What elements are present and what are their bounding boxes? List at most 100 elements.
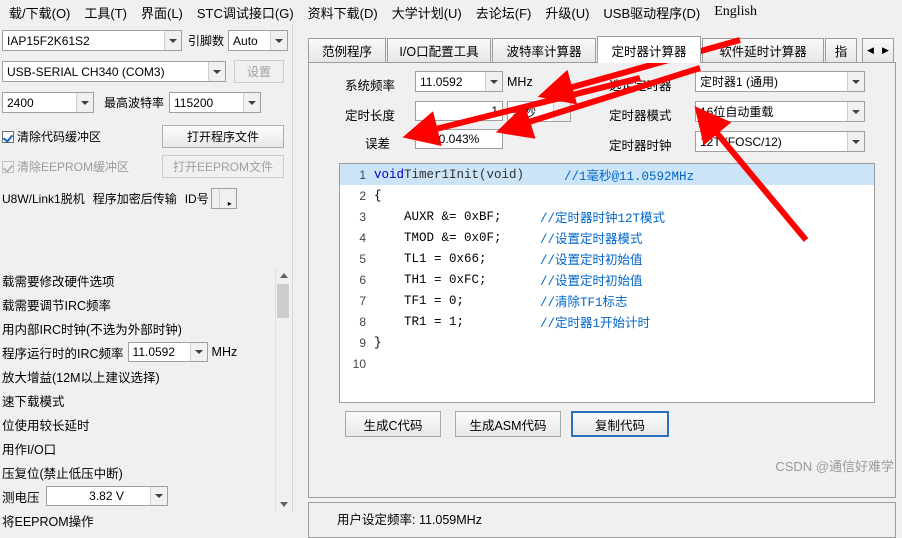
timer-length-input[interactable]: 1 (415, 101, 503, 121)
menu-docs[interactable]: 资料下载(D) (301, 1, 385, 24)
list-item-irc-freq[interactable]: 程序运行时的IRC频率 11.0592 MHz (0, 340, 291, 364)
code-comment: //设置定时器模式 (540, 233, 643, 247)
timer-form: 系统频率 11.0592 MHz 定时长度 1 毫秒 误差 0.043% 选定定… (309, 69, 895, 155)
timer-mode-label: 定时器模式 (609, 109, 672, 123)
timer-clock-select[interactable]: 12T (FOSC/12) (695, 131, 865, 152)
code-comment: //定时器时钟12T模式 (540, 212, 666, 226)
scroll-up-icon[interactable] (276, 268, 291, 283)
chevron-down-icon[interactable] (189, 343, 207, 361)
select-timer-value: 定时器1 (通用) (700, 75, 779, 89)
timer-length-label: 定时长度 (345, 109, 396, 123)
chevron-down-icon[interactable] (208, 62, 225, 81)
select-timer-select[interactable]: 定时器1 (通用) (695, 71, 865, 92)
list-item[interactable]: 速下载模式 (0, 388, 291, 412)
tab-scroll-left-icon[interactable]: ◀ (863, 39, 878, 62)
list-item[interactable]: 压复位(禁止低压中断) (0, 460, 291, 484)
scroll-down-icon[interactable] (276, 497, 291, 512)
baud-max-select[interactable]: 115200 (169, 92, 262, 113)
scrollbar-thumb[interactable] (277, 284, 289, 318)
irc-freq-select[interactable]: 11.0592 (127, 342, 208, 362)
list-item[interactable]: 放大增益(12M以上建议选择) (0, 364, 291, 388)
clear-code-buffer-checkbox[interactable]: 清除代码缓冲区 (2, 128, 162, 145)
list-item-voltage[interactable]: 测电压 3.82 V (0, 484, 291, 508)
tab-delay-calc[interactable]: 软件延时计算器 (702, 38, 824, 62)
chevron-down-icon[interactable] (270, 31, 288, 50)
code-line: 1 void Timer1Init(void) //1毫秒@11.0592MHz (340, 164, 874, 185)
tab-io-config[interactable]: I/O口配置工具 (387, 38, 491, 62)
tab-instruction[interactable]: 指 (825, 38, 857, 62)
chevron-down-icon[interactable] (149, 487, 167, 505)
chevron-down-icon[interactable] (553, 102, 570, 121)
code-text: { (374, 188, 382, 203)
copy-code-button[interactable]: 复制代码 (571, 411, 669, 437)
tab-sample-programs[interactable]: 范例程序 (308, 38, 386, 62)
timer-clock-value: 12T (FOSC/12) (700, 134, 782, 149)
generate-c-code-button[interactable]: 生成C代码 (345, 411, 441, 437)
open-program-file-button[interactable]: 打开程序文件 (162, 125, 284, 148)
chevron-down-icon[interactable] (847, 72, 864, 91)
timer-length-unit-select[interactable]: 毫秒 (507, 101, 571, 122)
line-number: 1 (359, 167, 366, 182)
checkbox-check-icon (2, 130, 14, 143)
menu-download[interactable]: 载/下载(O) (2, 1, 77, 24)
menu-university[interactable]: 大学计划(U) (385, 1, 469, 24)
menu-upgrade[interactable]: 升级(U) (538, 1, 596, 24)
voltage-label: 测电压 (2, 490, 40, 505)
code-line: 2 { (340, 185, 874, 206)
chevron-right-icon[interactable]: ▸ (218, 189, 236, 208)
code-comment: //定时器1开始计时 (540, 317, 651, 331)
menu-forum[interactable]: 去论坛(F) (469, 1, 539, 24)
list-item[interactable]: 载需要调节IRC频率 (0, 292, 291, 316)
clear-eeprom-buffer-checkbox[interactable]: 清除EEPROM缓冲区 (2, 158, 162, 175)
tab-scroll-right-icon[interactable]: ▶ (878, 39, 893, 62)
pin-count-select[interactable]: Auto (228, 30, 289, 51)
generated-code-view[interactable]: 1 void Timer1Init(void) //1毫秒@11.0592MHz… (339, 163, 875, 403)
menu-english[interactable]: English (707, 2, 764, 22)
settings-button[interactable]: 设置 (234, 60, 284, 83)
menu-usb-driver[interactable]: USB驱动程序(D) (596, 1, 707, 24)
generate-asm-code-button[interactable]: 生成ASM代码 (455, 411, 561, 437)
list-item[interactable]: 用内部IRC时钟(不选为外部时钟) (0, 316, 291, 340)
timer-mode-select[interactable]: 16位自动重载 (695, 101, 865, 122)
tab-timer-calc[interactable]: 定时器计算器 (597, 36, 701, 63)
clear-code-buffer-label: 清除代码缓冲区 (17, 130, 102, 144)
id-spinner[interactable]: ◂ ▸ (210, 188, 237, 209)
menu-tools[interactable]: 工具(T) (77, 1, 134, 24)
chevron-down-icon[interactable] (847, 102, 864, 121)
line-number: 6 (359, 272, 366, 287)
error-value: 0.043% (415, 129, 503, 149)
options-scrollbar[interactable] (275, 268, 291, 512)
mcu-model-select[interactable]: IAP15F2K61S2 (2, 30, 182, 51)
chevron-down-icon[interactable] (485, 72, 502, 91)
list-item[interactable]: 位使用较长延时 (0, 412, 291, 436)
voltage-select[interactable]: 3.82 V (45, 486, 168, 506)
code-comment: //1毫秒@11.0592MHz (564, 170, 695, 184)
chevron-down-icon[interactable] (164, 31, 181, 50)
menu-interface[interactable]: 界面(L) (134, 1, 190, 24)
baud-min-select[interactable]: 2400 (2, 92, 94, 113)
sys-freq-select[interactable]: 11.0592 (415, 71, 503, 92)
chevron-down-icon[interactable] (76, 93, 93, 112)
pin-count-value: Auto (233, 33, 258, 48)
serial-port-select[interactable]: USB-SERIAL CH340 (COM3) (2, 61, 226, 82)
code-text: TMOD &= 0x0F; (374, 230, 502, 245)
list-item[interactable]: 载需要修改硬件选项 (0, 268, 291, 292)
tab-scroll-buttons[interactable]: ◀ ▶ (862, 38, 894, 63)
user-frequency-box: 用户设定频率: 11.059MHz (308, 502, 896, 538)
code-text: TR1 = 1; (374, 314, 465, 329)
line-number: 4 (359, 230, 366, 245)
code-line: 5 TL1 = 0x66; //设置定时初始值 (340, 248, 874, 269)
chevron-down-icon[interactable] (847, 132, 864, 151)
open-eeprom-file-button[interactable]: 打开EEPROM文件 (162, 155, 284, 178)
timer-mode-value: 16位自动重载 (700, 105, 774, 119)
irc-freq-unit: MHz (211, 345, 238, 359)
tool-tabs: 范例程序 I/O口配置工具 波特率计算器 定时器计算器 软件延时计算器 指 ◀ … (308, 36, 894, 63)
list-item[interactable]: 用作I/O口 (0, 436, 291, 460)
code-text: TF1 = 0; (374, 293, 465, 308)
code-line: 6 TH1 = 0xFC; //设置定时初始值 (340, 269, 874, 290)
menu-stc-debug[interactable]: STC调试接口(G) (190, 1, 301, 24)
tab-baudrate-calc[interactable]: 波特率计算器 (492, 38, 596, 62)
chevron-down-icon[interactable] (243, 93, 261, 112)
hardware-options-list[interactable]: 载需要修改硬件选项 载需要调节IRC频率 用内部IRC时钟(不选为外部时钟) 程… (0, 268, 291, 529)
code-text: AUXR &= 0xBF; (374, 209, 502, 224)
